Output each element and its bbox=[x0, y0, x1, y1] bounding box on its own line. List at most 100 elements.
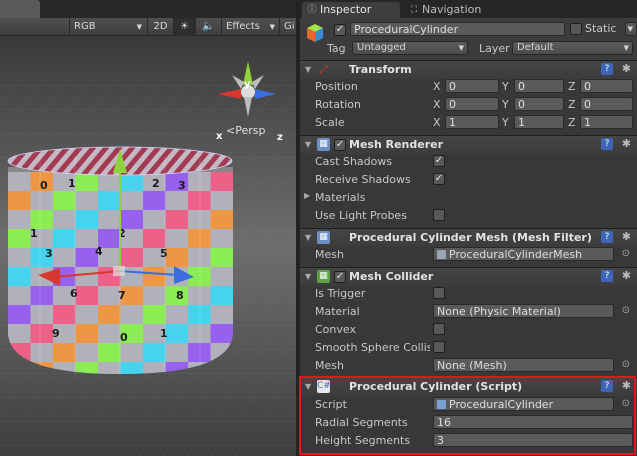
object-picker-icon[interactable]: ⊙ bbox=[622, 305, 630, 316]
collider-material-field[interactable]: None (Physic Material) bbox=[433, 304, 614, 318]
speaker-icon[interactable]: 🔈 bbox=[196, 18, 222, 36]
script-value: ProceduralCylinder bbox=[449, 398, 554, 411]
gizmos-dropdown[interactable]: Gi bbox=[280, 18, 296, 36]
mesh-filter-mesh-label: Mesh bbox=[315, 248, 344, 261]
foldout-arrow-icon[interactable]: ▼ bbox=[305, 65, 311, 74]
shading-mode-dropdown[interactable] bbox=[0, 18, 70, 36]
foldout-arrow-icon[interactable]: ▼ bbox=[305, 233, 311, 242]
layer-dropdown[interactable]: Default ▼ bbox=[512, 41, 633, 55]
cast-shadows-checkbox[interactable]: ✓ bbox=[433, 155, 445, 167]
mesh-renderer-header[interactable]: ▼ ▦ ✓ Mesh Renderer ? ✱ bbox=[300, 135, 637, 154]
position-y-field[interactable]: 0 bbox=[514, 79, 564, 93]
help-icon[interactable]: ? bbox=[601, 270, 613, 282]
scene-viewport[interactable]: 012312345678901 y x z <Persp bbox=[0, 37, 296, 456]
projection-label[interactable]: <Persp bbox=[226, 124, 265, 137]
scale-z-axis: Z bbox=[568, 116, 576, 129]
static-dropdown[interactable]: ▼ bbox=[625, 22, 637, 36]
position-x-field[interactable]: 0 bbox=[445, 79, 499, 93]
object-name-field[interactable]: ProceduralCylinder bbox=[350, 22, 565, 36]
rotation-y-field[interactable]: 0 bbox=[514, 97, 564, 111]
radial-segments-field[interactable]: 16 bbox=[433, 415, 633, 429]
mesh-filter-icon: ▦ bbox=[317, 231, 330, 244]
mesh-collider-icon: ▦ bbox=[317, 270, 330, 283]
object-picker-icon[interactable]: ⊙ bbox=[622, 248, 630, 259]
scene-view[interactable]: RGB ▼ 2D ☀ 🔈 Effects ▼ Gi 0 1 2 3 1 2 3 … bbox=[0, 0, 296, 456]
gear-icon[interactable]: ✱ bbox=[622, 379, 631, 392]
cylinder-texture-cell bbox=[98, 191, 121, 210]
object-picker-icon[interactable]: ⊙ bbox=[622, 359, 630, 370]
script-header[interactable]: ▼ C# Procedural Cylinder (Script) ? ✱ bbox=[300, 377, 637, 396]
mesh-renderer-enabled-checkbox[interactable]: ✓ bbox=[334, 139, 346, 151]
transform-header[interactable]: ▼ ⤢ Transform ? ✱ bbox=[300, 60, 637, 79]
smooth-sphere-checkbox[interactable] bbox=[433, 341, 445, 353]
gear-icon[interactable]: ✱ bbox=[622, 230, 631, 243]
tab-navigation[interactable]: ⛶ Navigation bbox=[404, 2, 504, 18]
tab-inspector[interactable]: ⓘ Inspector bbox=[302, 2, 400, 18]
rotation-y-axis: Y bbox=[502, 98, 509, 111]
effects-dropdown[interactable]: Effects ▼ bbox=[222, 18, 280, 36]
cylinder-texture-cell bbox=[143, 229, 166, 248]
tab-scene[interactable] bbox=[0, 0, 40, 18]
chevron-down-icon: ▼ bbox=[136, 23, 142, 31]
object-picker-icon[interactable]: ⊙ bbox=[622, 398, 630, 409]
help-icon[interactable]: ? bbox=[601, 231, 613, 243]
cylinder-texture-cell bbox=[210, 305, 233, 324]
collider-mesh-label: Mesh bbox=[315, 359, 344, 372]
cylinder-texture-cell bbox=[210, 286, 233, 305]
arrow-left-icon: < bbox=[226, 124, 236, 137]
mesh-filter-header[interactable]: ▼ ▦ Procedural Cylinder Mesh (Mesh Filte… bbox=[300, 228, 637, 247]
scene-canvas: 0 1 2 31 23 4 56 7 89 0 1 bbox=[0, 37, 296, 456]
gear-icon[interactable]: ✱ bbox=[622, 137, 631, 150]
script-field[interactable]: ProceduralCylinder bbox=[433, 397, 614, 411]
cylinder-texture-cell bbox=[188, 229, 211, 248]
height-segments-label: Height Segments bbox=[315, 434, 411, 447]
mesh-collider-header[interactable]: ▼ ▦ ✓ Mesh Collider ? ✱ bbox=[300, 267, 637, 286]
cylinder-texture-cell bbox=[165, 343, 188, 362]
gear-icon[interactable]: ✱ bbox=[622, 269, 631, 282]
mesh-collider-enabled-checkbox[interactable]: ✓ bbox=[334, 271, 346, 283]
smooth-sphere-label: Smooth Sphere Collisi bbox=[315, 341, 430, 354]
scale-x-field[interactable]: 1 bbox=[445, 115, 499, 129]
scene-toolbar: RGB ▼ 2D ☀ 🔈 Effects ▼ Gi bbox=[0, 18, 296, 36]
foldout-arrow-icon[interactable]: ▼ bbox=[305, 382, 311, 391]
cylinder-texture-cell bbox=[188, 191, 211, 210]
script-icon: C# bbox=[317, 380, 331, 393]
rotation-z-axis: Z bbox=[568, 98, 576, 111]
sun-icon[interactable]: ☀ bbox=[174, 18, 196, 36]
mesh-filter-mesh-field[interactable]: ProceduralCylinderMesh bbox=[433, 247, 614, 261]
help-icon[interactable]: ? bbox=[601, 380, 613, 392]
color-mode-dropdown[interactable]: RGB ▼ bbox=[70, 18, 148, 36]
cylinder-number-label: 5 bbox=[160, 247, 168, 260]
materials-foldout[interactable]: Materials bbox=[315, 191, 365, 204]
gear-icon[interactable]: ✱ bbox=[622, 62, 631, 75]
scale-y-field[interactable]: 1 bbox=[514, 115, 564, 129]
convex-checkbox[interactable] bbox=[433, 323, 445, 335]
position-z-field[interactable]: 0 bbox=[580, 79, 633, 93]
foldout-right-icon[interactable]: ▶ bbox=[304, 191, 310, 200]
help-icon[interactable]: ? bbox=[601, 138, 613, 150]
is-trigger-checkbox[interactable] bbox=[433, 287, 445, 299]
height-segments-field[interactable]: 3 bbox=[433, 433, 633, 447]
scale-z-field[interactable]: 1 bbox=[580, 115, 633, 129]
chevron-down-icon: ▼ bbox=[458, 44, 464, 52]
foldout-arrow-icon[interactable]: ▼ bbox=[305, 140, 311, 149]
rotation-x-field[interactable]: 0 bbox=[445, 97, 499, 111]
mesh-filter-title: Procedural Cylinder Mesh (Mesh Filter) bbox=[349, 231, 592, 244]
cylinder-texture-cell bbox=[8, 267, 31, 286]
tag-dropdown[interactable]: Untagged ▼ bbox=[352, 41, 468, 55]
chevron-down-icon: ▼ bbox=[627, 25, 633, 33]
active-checkbox[interactable]: ✓ bbox=[334, 24, 346, 36]
use-light-probes-checkbox[interactable] bbox=[433, 209, 445, 221]
collider-mesh-field[interactable]: None (Mesh) bbox=[433, 358, 614, 372]
is-trigger-label: Is Trigger bbox=[315, 287, 366, 300]
tab-inspector-label: Inspector bbox=[320, 3, 372, 16]
foldout-arrow-icon[interactable]: ▼ bbox=[305, 272, 311, 281]
help-icon[interactable]: ? bbox=[601, 63, 613, 75]
receive-shadows-checkbox[interactable]: ✓ bbox=[433, 173, 445, 185]
rotation-z-field[interactable]: 0 bbox=[580, 97, 633, 111]
receive-shadows-label: Receive Shadows bbox=[315, 173, 411, 186]
cylinder-texture-cell bbox=[75, 305, 98, 324]
cylinder-texture-cell bbox=[165, 210, 188, 229]
static-checkbox[interactable] bbox=[570, 23, 582, 35]
2d-toggle[interactable]: 2D bbox=[148, 18, 174, 36]
